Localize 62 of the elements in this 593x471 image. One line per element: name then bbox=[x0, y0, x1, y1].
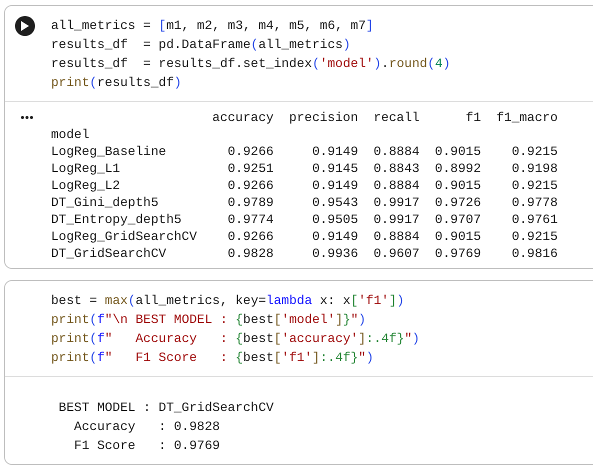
table-cell: 0.9917 bbox=[374, 195, 420, 210]
table-cell: 0.9769 bbox=[434, 246, 481, 261]
table-cell: 0.8884 bbox=[374, 144, 420, 159]
table-cell: 0.9266 bbox=[228, 229, 274, 244]
code-line: print(f"\n BEST MODEL : {best['model']}") bbox=[51, 311, 366, 329]
table-cell: 0.9707 bbox=[434, 212, 481, 227]
table-cell: 0.9789 bbox=[228, 195, 274, 210]
output-line: F1 Score : 0.9769 bbox=[73, 437, 220, 455]
more-options-icon[interactable] bbox=[21, 116, 33, 119]
index-name: model bbox=[51, 127, 90, 142]
row-label: LogReg_L1 bbox=[51, 161, 120, 176]
code-line: best = max(all_metrics, key=lambda x: x['f1']) bbox=[51, 292, 404, 310]
table-cell: 0.9251 bbox=[228, 161, 274, 176]
output-line: Accuracy : 0.9828 bbox=[73, 418, 220, 436]
table-cell: 0.9761 bbox=[512, 212, 558, 227]
code-line: results_df = pd.DataFrame(all_metrics) bbox=[51, 36, 351, 54]
row-label: LogReg_GridSearchCV bbox=[51, 229, 197, 244]
table-cell: 0.9266 bbox=[228, 144, 274, 159]
code-line: print(f" Accuracy : {best['accuracy']:.4f}") bbox=[51, 330, 420, 348]
row-label: DT_Gini_depth5 bbox=[51, 195, 159, 210]
table-cell: 0.9917 bbox=[374, 212, 420, 227]
table-cell: 0.8884 bbox=[374, 229, 420, 244]
column-header: f1_macro bbox=[496, 110, 558, 125]
table-cell: 0.9266 bbox=[228, 178, 274, 193]
row-label: DT_GridSearchCV bbox=[51, 246, 166, 261]
table-cell: 0.9505 bbox=[312, 212, 358, 227]
table-cell: 0.9015 bbox=[434, 229, 481, 244]
table-cell: 0.9215 bbox=[512, 144, 558, 159]
table-cell: 0.9816 bbox=[512, 246, 558, 261]
table-cell: 0.9145 bbox=[312, 161, 358, 176]
row-label: LogReg_L2 bbox=[51, 178, 120, 193]
row-label: DT_Entropy_depth5 bbox=[51, 212, 182, 227]
table-cell: 0.9015 bbox=[434, 144, 481, 159]
table-cell: 0.8843 bbox=[374, 161, 420, 176]
code-line: print(f" F1 Score : {best['f1']:.4f}") bbox=[51, 349, 374, 367]
table-cell: 0.9726 bbox=[434, 195, 481, 210]
table-cell: 0.9015 bbox=[434, 178, 481, 193]
column-header: accuracy bbox=[212, 110, 274, 125]
output-line: BEST MODEL : DT_GridSearchCV bbox=[58, 399, 274, 417]
run-button[interactable] bbox=[15, 16, 35, 36]
column-header: recall bbox=[374, 110, 420, 125]
table-cell: 0.9215 bbox=[512, 229, 558, 244]
table-cell: 0.8884 bbox=[374, 178, 420, 193]
table-cell: 0.9607 bbox=[374, 246, 420, 261]
table-cell: 0.9774 bbox=[228, 212, 274, 227]
play-icon bbox=[21, 21, 29, 31]
table-cell: 0.9149 bbox=[312, 229, 358, 244]
code-line: print(results_df) bbox=[51, 74, 182, 92]
table-cell: 0.9936 bbox=[312, 246, 358, 261]
table-cell: 0.9149 bbox=[312, 144, 358, 159]
code-line: results_df = results_df.set_index('model').round(4) bbox=[51, 55, 450, 73]
table-cell: 0.9778 bbox=[512, 195, 558, 210]
table-cell: 0.9828 bbox=[228, 246, 274, 261]
code-line: all_metrics = [m1, m2, m3, m4, m5, m6, m7] bbox=[51, 17, 374, 35]
table-cell: 0.9198 bbox=[512, 161, 558, 176]
table-cell: 0.9543 bbox=[312, 195, 358, 210]
row-label: LogReg_Baseline bbox=[51, 144, 166, 159]
column-header: precision bbox=[289, 110, 358, 125]
table-cell: 0.9149 bbox=[312, 178, 358, 193]
table-cell: 0.9215 bbox=[512, 178, 558, 193]
column-header: f1 bbox=[466, 110, 481, 125]
table-cell: 0.8992 bbox=[434, 161, 481, 176]
